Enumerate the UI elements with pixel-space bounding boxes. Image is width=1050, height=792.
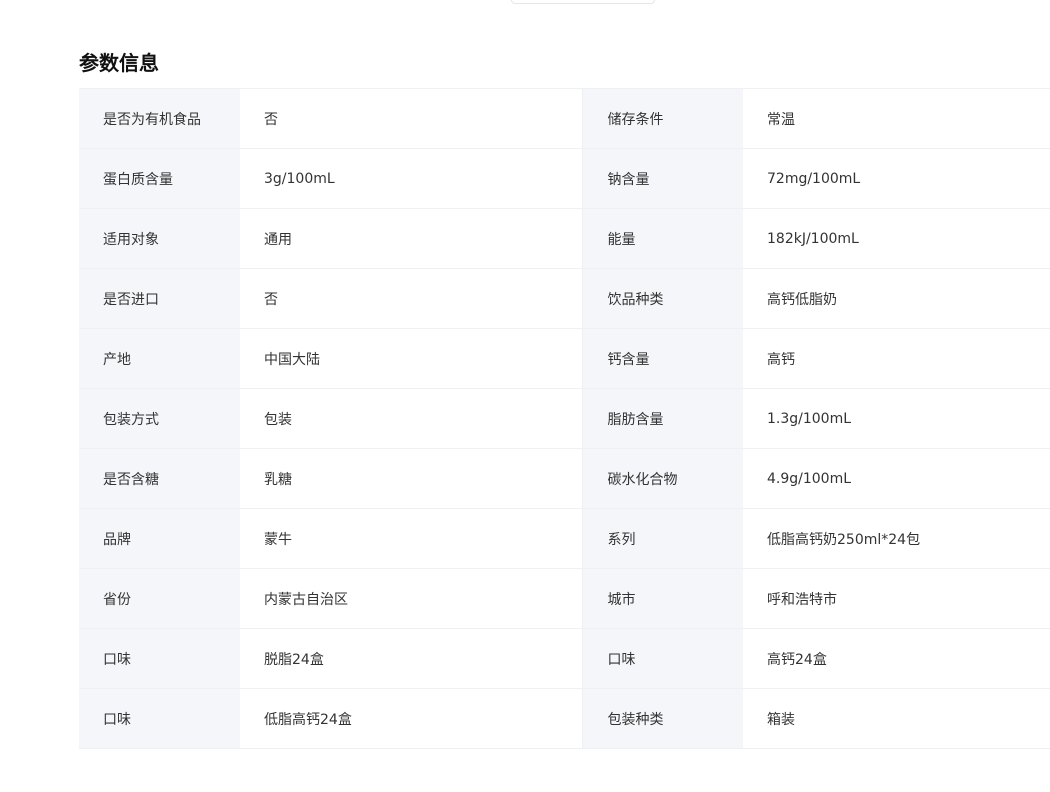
param-label: 包装种类 — [582, 688, 743, 749]
param-value: 中国大陆 — [240, 328, 583, 389]
param-table-body: 是否为有机食品否储存条件 常温 蛋白质含量 3g/100mL 钠含量 72mg/100mL… — [79, 88, 1050, 749]
param-label: 系列 — [582, 508, 743, 569]
table-row: 口味 脱脂24盒 口味 高钙24盒 — [79, 628, 1050, 689]
param-label: 是否进口 — [79, 268, 240, 329]
table-row: 口味 低脂高钙24盒 包装种类 箱装 — [79, 688, 1050, 749]
param-label: 钠含量 — [582, 148, 743, 209]
param-value: 箱装 — [743, 688, 1050, 749]
param-label: 饮品种类 — [582, 268, 743, 329]
section-title: 参数信息 — [79, 51, 159, 75]
param-label: 包装方式 — [79, 388, 240, 449]
table-row: 产地 中国大陆 钙含量 高钙 — [79, 328, 1050, 389]
param-label: 脂肪含量 — [582, 388, 743, 449]
top-tab-stub[interactable] — [511, 0, 655, 4]
table-row: 是否含糖 乳糖 碳水化合物 4.9g/100mL — [79, 448, 1050, 509]
param-label: 储存条件 — [582, 88, 743, 149]
param-label: 能量 — [582, 208, 743, 269]
table-row: 是否为有机食品否储存条件 常温 — [79, 88, 1050, 149]
table-row: 品牌 蒙牛 系列 低脂高钙奶250ml*24包 — [79, 508, 1050, 569]
param-label: 产地 — [79, 328, 240, 389]
param-value: 否 — [240, 268, 583, 329]
param-value: 内蒙古自治区 — [240, 568, 583, 629]
param-value: 高钙低脂奶 — [743, 268, 1050, 329]
param-value: 呼和浩特市 — [743, 568, 1050, 629]
param-label: 碳水化合物 — [582, 448, 743, 509]
param-value: 72mg/100mL — [743, 148, 1050, 209]
param-value: 4.9g/100mL — [743, 448, 1050, 509]
param-label: 蛋白质含量 — [79, 148, 240, 209]
param-label: 省份 — [79, 568, 240, 629]
param-value: 包装 — [240, 388, 583, 449]
param-label: 口味 — [79, 628, 240, 689]
param-value: 1.3g/100mL — [743, 388, 1050, 449]
param-label: 城市 — [582, 568, 743, 629]
param-table: 是否为有机食品否储存条件 常温 蛋白质含量 3g/100mL 钠含量 72mg/100mL… — [79, 88, 1050, 749]
param-value: 高钙 — [743, 328, 1050, 389]
param-value: 否 — [240, 88, 583, 149]
param-label: 适用对象 — [79, 208, 240, 269]
param-value: 3g/100mL — [240, 148, 583, 209]
param-value: 低脂高钙24盒 — [240, 688, 583, 749]
param-label: 是否为有机食品 — [79, 88, 240, 149]
param-value: 脱脂24盒 — [240, 628, 583, 689]
param-label: 口味 — [79, 688, 240, 749]
param-value: 低脂高钙奶250ml*24包 — [743, 508, 1050, 569]
param-label: 是否含糖 — [79, 448, 240, 509]
param-value: 182kJ/100mL — [743, 208, 1050, 269]
param-label: 口味 — [582, 628, 743, 689]
table-row: 适用对象 通用 能量 182kJ/100mL — [79, 208, 1050, 269]
table-row: 省份 内蒙古自治区 城市 呼和浩特市 — [79, 568, 1050, 629]
table-row: 是否进口否饮品种类 高钙低脂奶 — [79, 268, 1050, 329]
param-label: 品牌 — [79, 508, 240, 569]
param-label: 钙含量 — [582, 328, 743, 389]
param-value: 乳糖 — [240, 448, 583, 509]
param-value: 高钙24盒 — [743, 628, 1050, 689]
param-value: 通用 — [240, 208, 583, 269]
param-value: 蒙牛 — [240, 508, 583, 569]
table-row: 蛋白质含量 3g/100mL 钠含量 72mg/100mL — [79, 148, 1050, 209]
param-value: 常温 — [743, 88, 1050, 149]
table-row: 包装方式 包装 脂肪含量 1.3g/100mL — [79, 388, 1050, 449]
